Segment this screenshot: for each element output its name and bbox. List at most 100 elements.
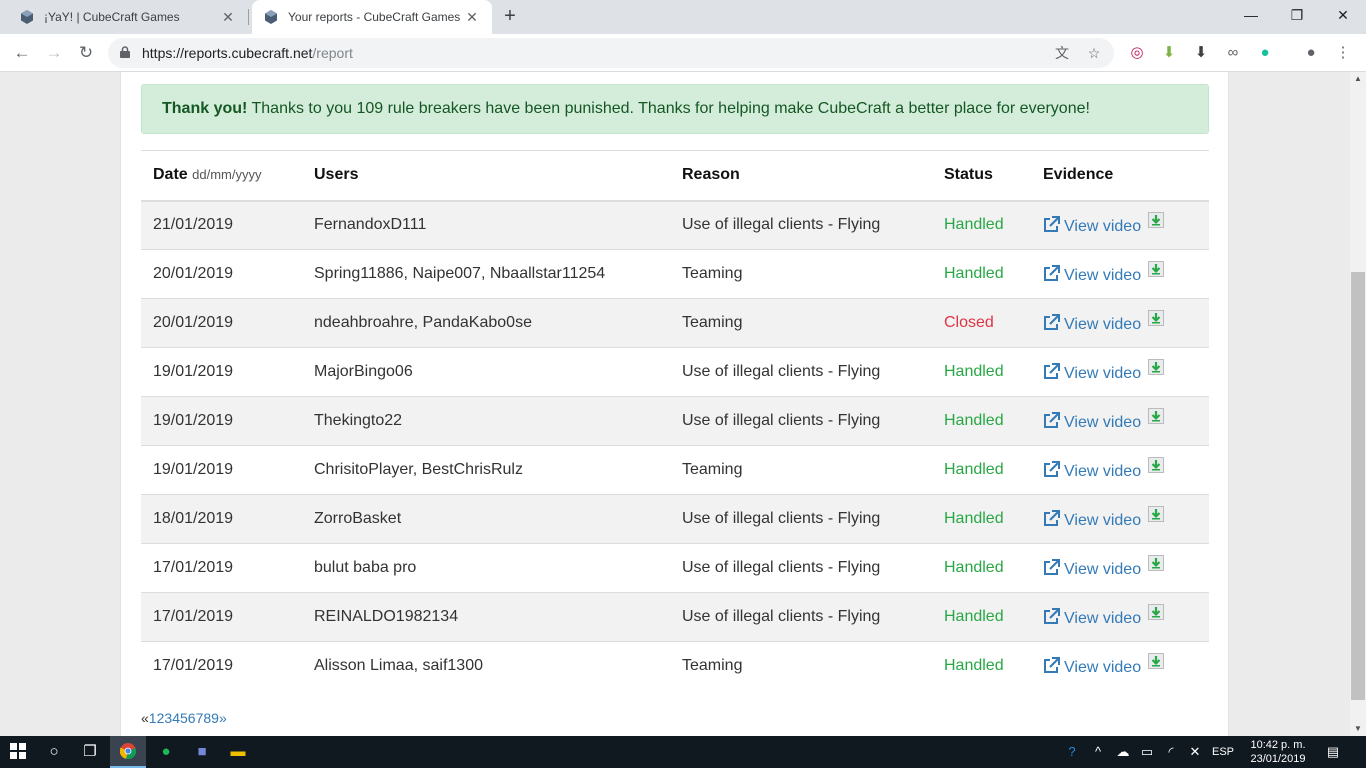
extension-instagram-icon[interactable]: ◎ — [1126, 42, 1148, 64]
tray-expand-chevron-icon[interactable]: ^ — [1088, 736, 1108, 768]
pagination: «123456789» — [141, 710, 227, 726]
view-video-label: View video — [1064, 218, 1142, 236]
battery-icon[interactable]: ▭ — [1136, 736, 1158, 768]
download-icon[interactable] — [1148, 261, 1165, 277]
external-link-icon — [1043, 314, 1060, 336]
lock-icon — [120, 46, 130, 58]
download-icon[interactable] — [1148, 604, 1165, 620]
url-text: https://reports.cubecraft.net/report — [142, 45, 353, 61]
view-video-link[interactable]: View video — [1043, 510, 1141, 529]
download-icon[interactable] — [1148, 310, 1165, 326]
view-video-label: View video — [1064, 463, 1142, 480]
table-row: 19/01/2019 ChrisitoPlayer, BestChrisRulz T… — [141, 445, 1209, 495]
cell-users: Alisson Limaa, saif1300 — [314, 657, 483, 675]
pagination-page-5[interactable]: 5 — [180, 710, 188, 726]
translate-icon[interactable]: ⽂ — [1052, 43, 1072, 63]
download-icon[interactable] — [1148, 457, 1165, 473]
download-icon[interactable] — [1148, 653, 1165, 670]
table-row: 19/01/2019 Thekingto22 Use of illegal clie… — [141, 396, 1209, 446]
view-video-link[interactable]: View video — [1043, 559, 1142, 581]
extension-download-green-icon[interactable]: ⬇ — [1158, 42, 1180, 64]
cell-reason: Use of illegal clients - Flying — [682, 559, 881, 576]
pagination-next[interactable]: » — [219, 710, 227, 726]
cell-date: 17/01/2019 — [153, 559, 234, 576]
close-window-button[interactable]: ✕ — [1320, 0, 1366, 30]
view-video-link[interactable]: View video — [1043, 216, 1142, 236]
volume-muted-icon[interactable]: ✕ — [1184, 736, 1206, 768]
view-video-link[interactable]: View video — [1043, 363, 1141, 382]
back-button[interactable]: ← — [8, 39, 36, 67]
browser-menu-button[interactable]: ⋮ — [1332, 42, 1354, 64]
scroll-up-arrow-icon[interactable]: ▲ — [1350, 72, 1366, 86]
task-view-icon[interactable]: ❐ — [72, 736, 108, 768]
view-video-link[interactable]: View video — [1043, 657, 1142, 677]
address-bar[interactable]: https://reports.cubecraft.net/report ⽂ ☆ — [108, 38, 1114, 68]
extension-download-icon[interactable]: ⬇ — [1190, 42, 1212, 64]
view-video-link[interactable]: View video — [1043, 265, 1141, 284]
cell-status: Handled — [944, 363, 1004, 380]
table-header-row: Date dd/mm/yyyy Users Reason Status Evid… — [141, 150, 1209, 201]
search-circle-icon[interactable]: ○ — [36, 736, 72, 768]
profile-avatar-icon[interactable]: ● — [1300, 42, 1322, 64]
view-video-link[interactable]: View video — [1043, 461, 1142, 480]
new-tab-button[interactable]: + — [498, 5, 522, 29]
download-icon[interactable] — [1148, 555, 1165, 571]
view-video-label: View video — [1064, 659, 1142, 677]
maximize-button[interactable]: ❐ — [1274, 0, 1320, 30]
cell-status: Handled — [944, 510, 1004, 527]
download-icon[interactable] — [1148, 212, 1165, 229]
windows-start-icon[interactable] — [0, 736, 36, 768]
pagination-page-1[interactable]: 1 — [149, 710, 157, 726]
view-video-link[interactable]: View video — [1043, 608, 1142, 627]
tab-your-reports[interactable]: Your reports - CubeCraft Games ✕ — [252, 0, 492, 34]
view-video-link[interactable]: View video — [1043, 314, 1141, 336]
cell-status: Handled — [944, 216, 1004, 234]
minimize-button[interactable]: — — [1228, 0, 1274, 30]
header-reason: Reason — [682, 166, 740, 184]
cell-evidence: View video — [1031, 544, 1209, 593]
pagination-page-8[interactable]: 8 — [203, 710, 211, 726]
cell-status: Handled — [944, 608, 1004, 625]
cell-users: Thekingto22 — [314, 412, 403, 429]
language-indicator[interactable]: ESP — [1210, 736, 1236, 768]
tab-yay-cubecraft[interactable]: ¡YaY! | CubeCraft Games ✕ — [8, 0, 248, 34]
cell-date: 19/01/2019 — [153, 412, 234, 429]
pagination-page-9[interactable]: 9 — [211, 710, 219, 726]
download-icon[interactable] — [1148, 506, 1165, 522]
external-link-icon — [1043, 559, 1060, 581]
scroll-thumb[interactable] — [1351, 272, 1365, 700]
download-icon[interactable] — [1148, 408, 1165, 424]
cell-users: Spring11886, Naipe007, Nbaallstar11254 — [314, 265, 606, 282]
wifi-icon[interactable]: ◜ — [1160, 736, 1182, 768]
download-icon[interactable] — [1148, 359, 1165, 375]
header-users: Users — [314, 166, 359, 184]
forward-button[interactable]: → — [40, 39, 68, 67]
view-video-label: View video — [1064, 610, 1142, 627]
url-domain: https://reports.cubecraft.net — [142, 45, 313, 61]
cell-reason: Teaming — [682, 657, 743, 675]
file-explorer-taskbar-icon[interactable]: ▬ — [220, 736, 256, 768]
cell-status: Handled — [944, 461, 1004, 478]
cubecraft-favicon-icon — [265, 10, 277, 24]
reload-button[interactable]: ↻ — [72, 39, 100, 67]
spotify-taskbar-icon[interactable]: ● — [148, 736, 184, 768]
bookmark-star-icon[interactable]: ☆ — [1084, 43, 1104, 63]
pagination-prev[interactable]: « — [141, 710, 149, 726]
help-icon[interactable]: ? — [1060, 736, 1084, 768]
alert-strong: Thank you! — [162, 100, 248, 117]
taskbar-clock[interactable]: 10:42 p. m. 23/01/2019 — [1240, 738, 1316, 766]
extension-grammarly-icon[interactable]: ● — [1254, 42, 1276, 64]
notifications-icon[interactable]: ▤ — [1320, 736, 1346, 768]
chrome-taskbar-icon[interactable] — [110, 736, 146, 768]
tab-close-icon[interactable]: ✕ — [220, 9, 236, 26]
extension-infinity-icon[interactable]: ∞ — [1222, 42, 1244, 64]
discord-taskbar-icon[interactable]: ■ — [184, 736, 220, 768]
view-video-label: View video — [1064, 561, 1142, 578]
pagination-page-4[interactable]: 4 — [172, 710, 180, 726]
tab-close-icon[interactable]: ✕ — [464, 9, 480, 26]
view-video-link[interactable]: View video — [1043, 412, 1141, 431]
pagination-page-6[interactable]: 6 — [188, 710, 196, 726]
vertical-scrollbar[interactable]: ▲ ▼ — [1350, 72, 1366, 736]
onedrive-cloud-icon[interactable]: ☁ — [1112, 736, 1134, 768]
scroll-down-arrow-icon[interactable]: ▼ — [1350, 722, 1366, 736]
